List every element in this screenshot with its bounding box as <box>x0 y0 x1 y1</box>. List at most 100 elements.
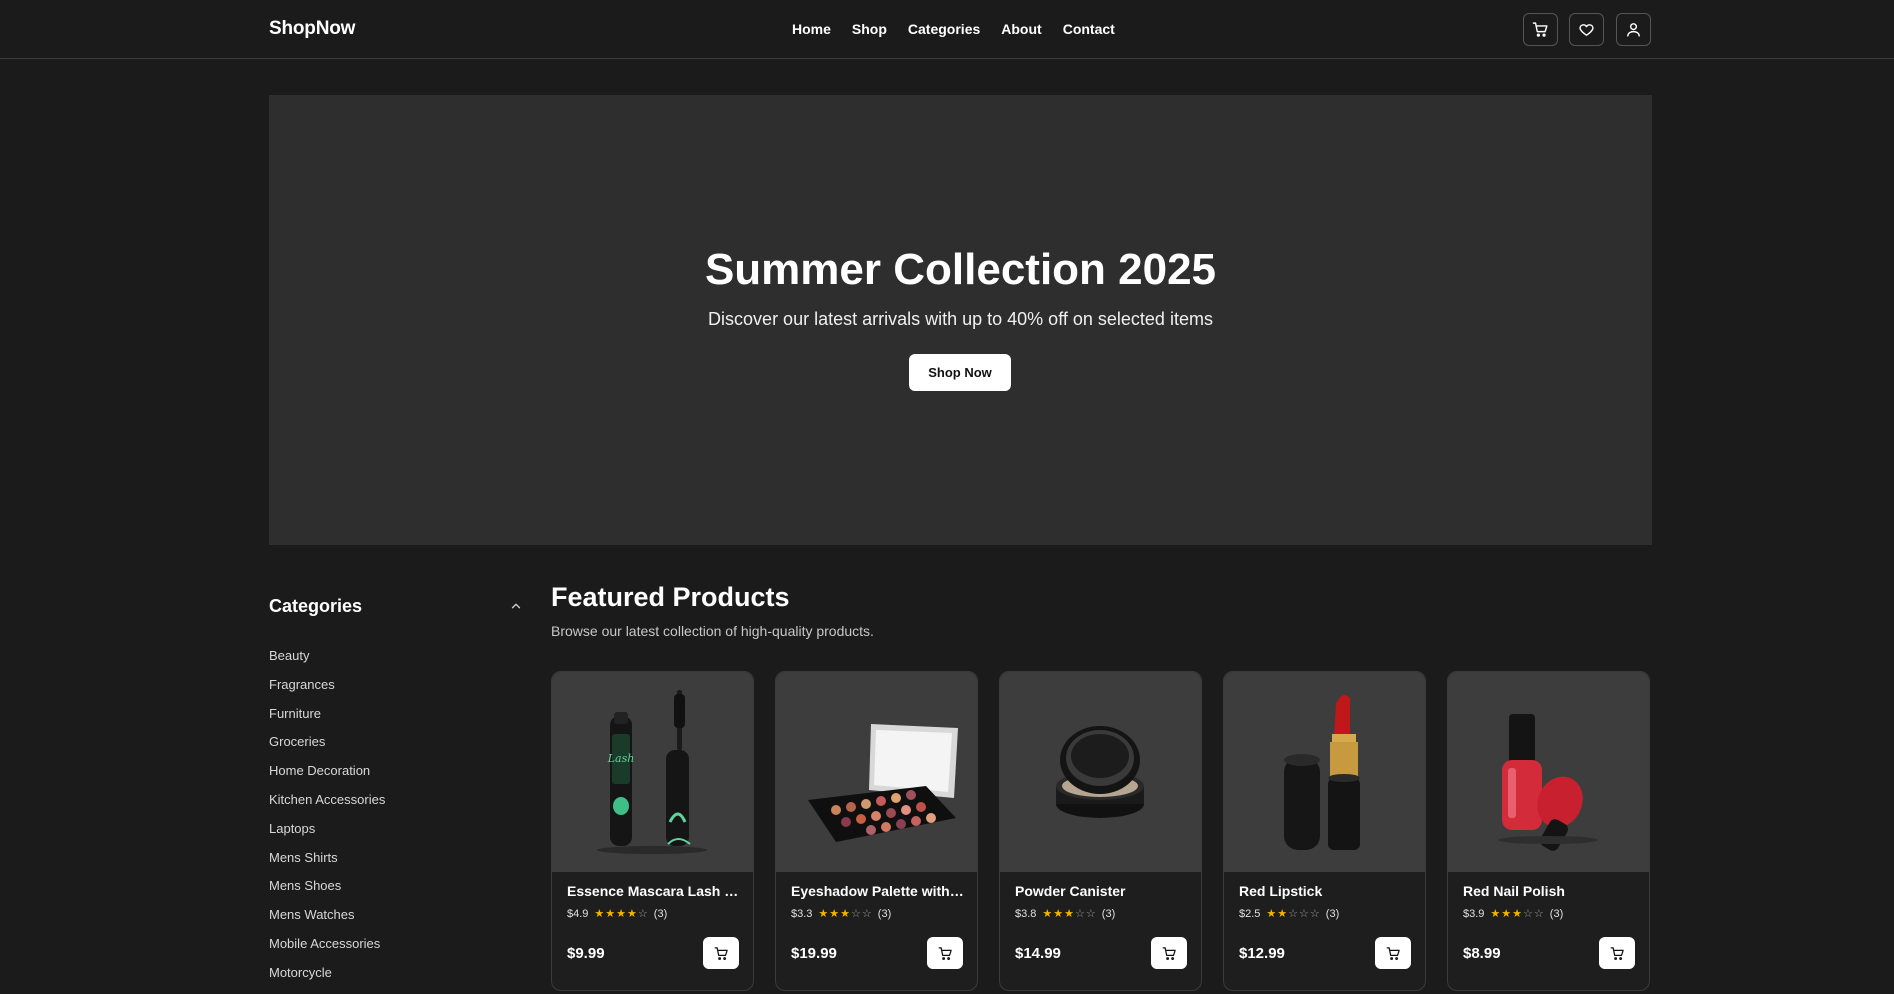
main-nav: Home Shop Categories About Contact <box>792 21 1115 37</box>
rating: $4.9 ★ ★ ★ ★ ☆ (3) <box>567 908 667 920</box>
product-card[interactable]: Red Lipstick $2.5 ★ ★ ☆ ☆ ☆ (3) $12.99 <box>1223 671 1426 991</box>
rating-value: $4.9 <box>567 908 589 920</box>
star-icon: ★ <box>1266 907 1277 920</box>
hero-title: Summer Collection 2025 <box>704 245 1217 294</box>
star-icon: ★ <box>1042 907 1053 920</box>
category-item[interactable]: Home Decoration <box>269 763 385 792</box>
add-to-cart-button[interactable] <box>1151 937 1187 969</box>
product-name[interactable]: Essence Mascara Lash Princess <box>567 883 742 899</box>
featured-title: Featured Products <box>551 582 790 612</box>
categories-sidebar: Categories Beauty Fragrances Furniture G… <box>269 596 523 980</box>
category-item[interactable]: Furniture <box>269 706 385 735</box>
star-outline-icon: ☆ <box>861 907 872 920</box>
star-outline-icon: ☆ <box>1309 907 1320 920</box>
product-name[interactable]: Red Nail Polish <box>1463 883 1638 899</box>
product-image-nail-polish[interactable] <box>1448 672 1649 872</box>
category-list: Beauty Fragrances Furniture Groceries Ho… <box>269 648 385 994</box>
star-rating: ★ ★ ★ ☆ ☆ <box>1490 907 1543 920</box>
heart-icon <box>1579 24 1594 36</box>
product-name[interactable]: Powder Canister <box>1015 883 1190 899</box>
product-name[interactable]: Eyeshadow Palette with Mirror <box>791 883 966 899</box>
star-icon: ★ <box>627 907 637 920</box>
wishlist-button[interactable] <box>1569 13 1604 46</box>
product-image-eyeshadow-palette[interactable] <box>776 672 977 872</box>
product-image-mascara[interactable]: Lash <box>552 672 753 872</box>
star-icon: ★ <box>594 907 605 920</box>
user-icon <box>1627 23 1640 37</box>
category-item[interactable]: Mens Watches <box>269 907 385 936</box>
product-image-powder-canister[interactable] <box>1000 672 1201 872</box>
star-outline-icon: ☆ <box>851 907 861 920</box>
category-item[interactable]: Beauty <box>269 648 385 677</box>
category-item[interactable]: Kitchen Accessories <box>269 792 385 821</box>
product-grid: Lash Essence Mascara Lash Princess $4.9 … <box>551 671 1650 991</box>
review-count: (3) <box>653 908 668 920</box>
nav-contact[interactable]: Contact <box>1063 21 1115 37</box>
star-icon: ★ <box>605 907 616 920</box>
hero-banner: Summer Collection 2025 Discover our late… <box>269 95 1652 545</box>
rating: $3.8 ★ ★ ★ ☆ ☆ (3) <box>1015 908 1115 920</box>
logo[interactable]: ShopNow <box>269 18 355 40</box>
category-item[interactable]: Motorcycle <box>269 965 385 994</box>
cart-icon <box>938 946 952 960</box>
rating: $3.9 ★ ★ ★ ☆ ☆ (3) <box>1463 908 1563 920</box>
product-price: $8.99 <box>1463 945 1501 962</box>
star-rating: ★ ★ ☆ ☆ ☆ <box>1266 907 1320 920</box>
add-to-cart-button[interactable] <box>1375 937 1411 969</box>
product-price: $14.99 <box>1015 945 1061 962</box>
add-to-cart-button[interactable] <box>927 937 963 969</box>
star-icon: ★ <box>1064 907 1075 920</box>
rating-value: $2.5 <box>1239 908 1261 920</box>
category-item[interactable]: Mobile Accessories <box>269 936 385 965</box>
product-card[interactable]: Lash Essence Mascara Lash Princess $4.9 … <box>551 671 754 991</box>
sidebar-title: Categories <box>269 596 363 616</box>
cart-icon <box>1162 946 1176 960</box>
rating-value: $3.8 <box>1015 908 1037 920</box>
nav-about[interactable]: About <box>1001 21 1041 37</box>
nav-shop[interactable]: Shop <box>852 21 887 37</box>
category-item[interactable]: Groceries <box>269 734 385 763</box>
product-card[interactable]: Red Nail Polish $3.9 ★ ★ ★ ☆ ☆ (3) $8.99 <box>1447 671 1650 991</box>
featured-subtitle: Browse our latest collection of high-qua… <box>551 623 874 639</box>
star-rating: ★ ★ ★ ★ ☆ <box>594 907 647 920</box>
product-card[interactable]: Eyeshadow Palette with Mirror $3.3 ★★★☆☆… <box>775 671 978 991</box>
rating-value: $3.9 <box>1463 908 1485 920</box>
star-icon: ★ <box>1053 907 1064 920</box>
star-outline-icon: ☆ <box>1288 907 1299 920</box>
cart-icon <box>1610 946 1624 960</box>
star-icon: ★ <box>1490 907 1501 920</box>
star-icon: ★ <box>1277 907 1288 920</box>
star-icon: ★ <box>1512 907 1523 920</box>
review-count: (3) <box>1101 908 1116 920</box>
cart-icon <box>1532 22 1548 37</box>
product-card[interactable]: Powder Canister $3.8 ★ ★ ★ ☆ ☆ (3) $14.99 <box>999 671 1202 991</box>
chevron-up-icon[interactable] <box>509 599 523 613</box>
star-icon: ★ <box>818 907 829 920</box>
add-to-cart-button[interactable] <box>703 937 739 969</box>
star-outline-icon: ☆ <box>1075 907 1085 920</box>
rating: $3.3 ★ ★ ★ ☆ ☆ (3) <box>791 908 891 920</box>
nav-home[interactable]: Home <box>792 21 831 37</box>
nav-categories[interactable]: Categories <box>908 21 980 37</box>
cart-icon <box>1386 946 1400 960</box>
shop-now-button[interactable]: Shop Now <box>909 354 1011 391</box>
hero-subtitle: Discover our latest arrivals with up to … <box>708 309 1213 329</box>
product-name[interactable]: Red Lipstick <box>1239 883 1414 899</box>
review-count: (3) <box>877 908 892 920</box>
star-rating: ★ ★ ★ ☆ ☆ <box>818 907 872 920</box>
site-header: ShopNow Home Shop Categories About Conta… <box>0 0 1894 59</box>
cart-button[interactable] <box>1523 13 1558 46</box>
star-rating: ★ ★ ★ ☆ ☆ <box>1042 907 1096 920</box>
star-icon: ★ <box>1501 907 1512 920</box>
add-to-cart-button[interactable] <box>1599 937 1635 969</box>
category-item[interactable]: Mens Shirts <box>269 850 385 879</box>
star-icon: ★ <box>829 907 840 920</box>
category-item[interactable]: Mens Shoes <box>269 878 385 907</box>
category-item[interactable]: Fragrances <box>269 677 385 706</box>
star-outline-icon: ☆ <box>1523 907 1533 920</box>
product-image-lipstick[interactable] <box>1224 672 1425 872</box>
category-item[interactable]: Laptops <box>269 821 385 850</box>
account-button[interactable] <box>1616 13 1651 46</box>
star-outline-icon: ☆ <box>1085 907 1096 920</box>
rating-value: $3.3 <box>791 908 813 920</box>
